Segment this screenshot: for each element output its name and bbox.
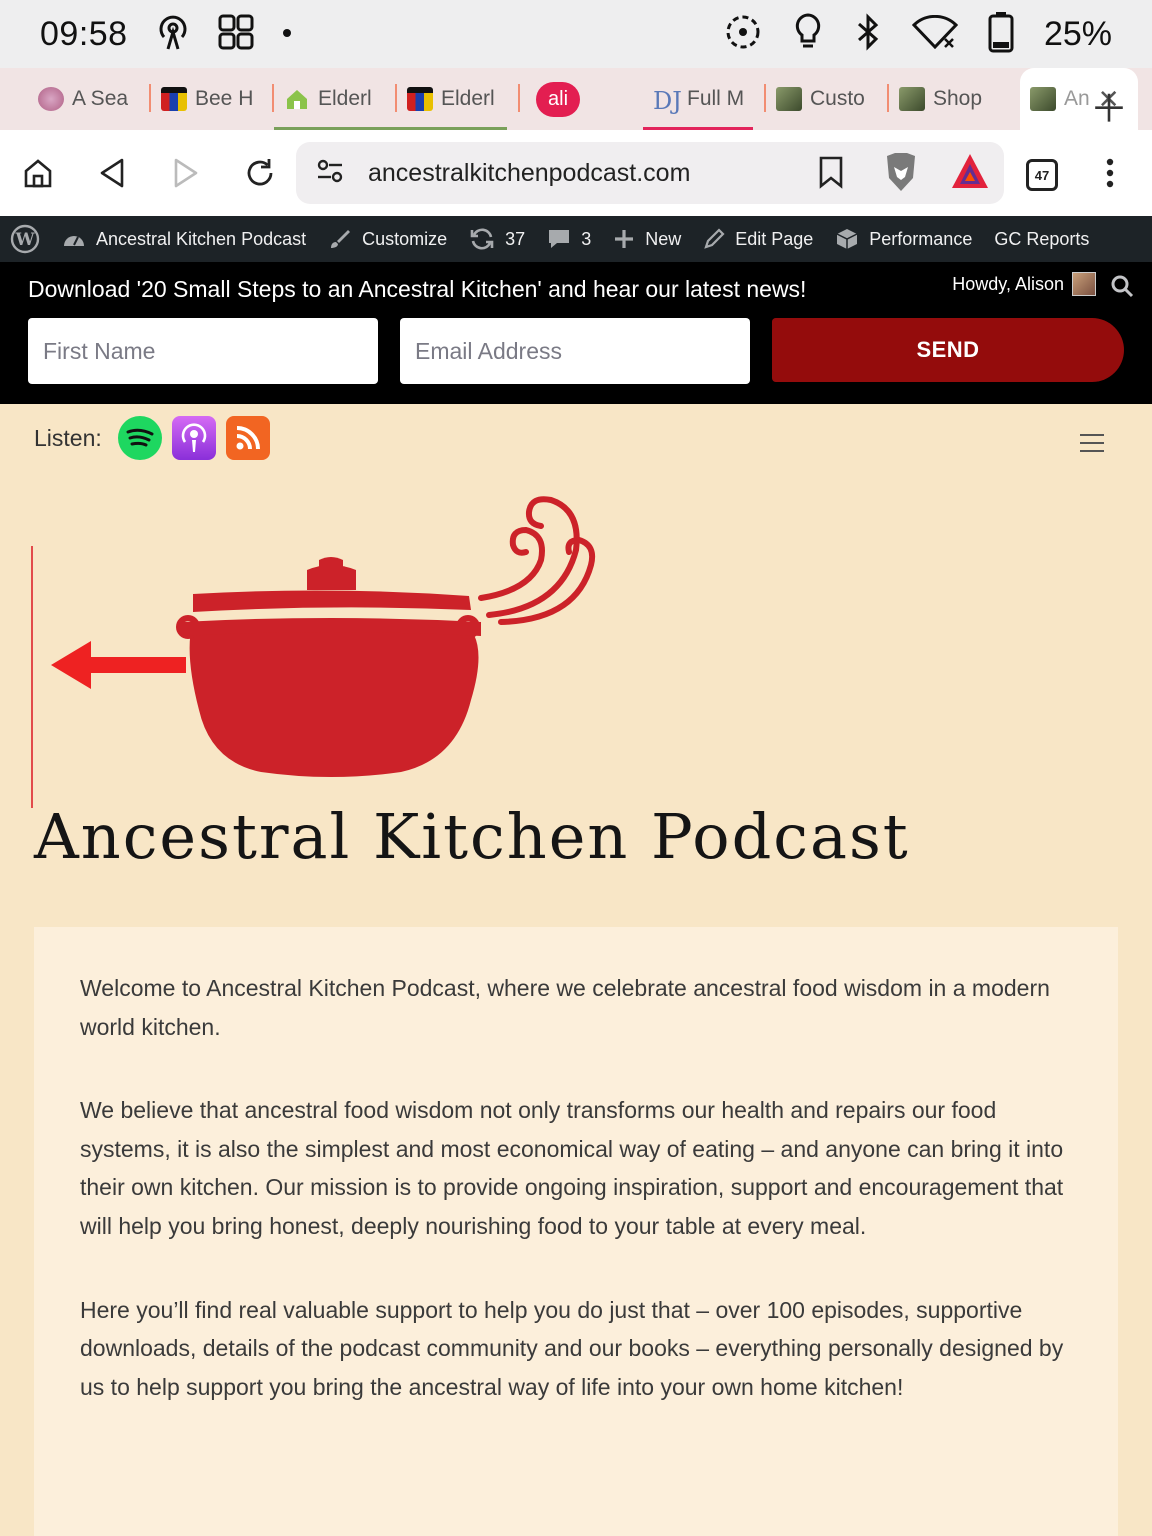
email-field[interactable]: Email Address (400, 318, 750, 384)
tab-strip: A Sea Bee H Elderl Elderl ali DJ Full M … (0, 68, 1152, 133)
listen-label: Listen: (34, 424, 102, 451)
photo-favicon (899, 87, 925, 111)
bluetooth-icon (854, 12, 882, 56)
admin-updates[interactable]: 37 (469, 227, 525, 251)
intro-paragraph-2: We believe that ancestral food wisdom no… (80, 1097, 1064, 1239)
new-tab-button[interactable]: ＋ (1090, 78, 1128, 133)
battery-percent: 25% (1043, 14, 1112, 53)
brush-icon (328, 227, 352, 251)
purple-flower-favicon (38, 87, 64, 111)
admin-site-name[interactable]: Ancestral Kitchen Podcast (62, 229, 306, 250)
search-icon[interactable] (1110, 274, 1134, 303)
forward-button[interactable] (166, 153, 206, 193)
address-bar[interactable]: ancestralkitchenpodcast.com (296, 142, 1004, 204)
tab-count-button[interactable]: 47 (1026, 159, 1058, 191)
site-title[interactable]: Ancestral Kitchen Podcast (34, 800, 910, 873)
bookmark-icon[interactable] (818, 155, 844, 194)
house-favicon (284, 87, 310, 111)
dashboard-icon (62, 229, 86, 249)
newsletter-bar: Download '20 Small Steps to an Ancestral… (0, 262, 1152, 404)
avatar (1072, 272, 1096, 296)
comment-icon (547, 228, 571, 250)
admin-edit-page[interactable]: Edit Page (703, 228, 813, 250)
intro-paragraph-3: Here you’ll find real valuable support t… (80, 1296, 1064, 1400)
rss-feed-icon[interactable] (225, 416, 270, 460)
pencil-icon (703, 228, 725, 250)
apple-podcasts-icon[interactable] (171, 416, 216, 460)
performance-cube-icon (835, 227, 859, 251)
status-bar: 09:58 25% (0, 0, 1152, 68)
cooking-pot-icon (176, 557, 481, 777)
home-button[interactable] (18, 153, 58, 193)
admin-gc-reports[interactable]: GC Reports (994, 229, 1089, 250)
sync-icon (724, 13, 762, 56)
admin-customize[interactable]: Customize (328, 227, 447, 251)
wifi-off-icon (911, 14, 959, 54)
listen-row: Listen: (34, 416, 270, 460)
plus-icon (613, 228, 635, 250)
menu-kebab-icon[interactable] (1105, 157, 1115, 194)
first-name-field[interactable]: First Name (28, 318, 378, 384)
podcast-icon (156, 13, 190, 56)
howdy-user[interactable]: Howdy, Alison (952, 272, 1096, 296)
photo-favicon (1030, 87, 1056, 111)
hamburger-menu-icon[interactable] (1080, 434, 1104, 458)
send-button[interactable]: SEND (772, 318, 1124, 382)
clock: 09:58 (40, 14, 128, 53)
back-button[interactable] (92, 153, 132, 193)
url-text[interactable]: ancestralkitchenpodcast.com (368, 159, 690, 188)
spotify-icon[interactable] (117, 416, 162, 460)
tab-6[interactable]: Custo (766, 68, 889, 130)
brave-shields-icon[interactable] (882, 150, 920, 199)
battery-icon (988, 11, 1014, 58)
newsletter-message: Download '20 Small Steps to an Ancestral… (28, 276, 807, 302)
tab-0[interactable]: A Sea (28, 68, 151, 130)
brave-rewards-icon[interactable] (950, 152, 990, 195)
tab-2[interactable]: Elderl (274, 68, 397, 130)
wordpress-logo-icon[interactable]: W (10, 224, 40, 254)
tab-1[interactable]: Bee H (151, 68, 274, 130)
svg-text:W: W (14, 230, 35, 250)
admin-comments[interactable]: 3 (547, 228, 591, 250)
reload-button[interactable] (240, 153, 280, 193)
dot-icon (282, 25, 292, 43)
site-logo[interactable] (31, 490, 631, 810)
site-settings-icon[interactable] (316, 159, 344, 188)
browser-toolbar: ancestralkitchenpodcast.com 47 (0, 130, 1152, 216)
admin-performance[interactable]: Performance (835, 227, 972, 251)
ali-badge: ali (536, 81, 581, 117)
photo-favicon (776, 87, 802, 111)
tab-7[interactable]: Shop (889, 68, 1012, 130)
dj-favicon: DJ (653, 87, 682, 115)
red-arrow-icon (51, 641, 186, 689)
tab-3[interactable]: Elderl (397, 68, 520, 130)
wp-admin-bar: W Ancestral Kitchen Podcast Customize 37… (0, 216, 1152, 262)
bulb-icon (792, 12, 824, 57)
intro-paragraph-1: Welcome to Ancestral Kitchen Podcast, wh… (80, 975, 1050, 1040)
tab-5[interactable]: DJ Full M (643, 68, 766, 130)
refresh-icon (469, 227, 495, 251)
tab-4[interactable]: ali (520, 68, 643, 130)
grid-app-icon (218, 14, 254, 55)
bag-favicon (407, 87, 433, 111)
steam-swirls-icon (478, 496, 596, 625)
bag-favicon (161, 87, 187, 111)
admin-new[interactable]: New (613, 228, 681, 250)
intro-card: Welcome to Ancestral Kitchen Podcast, wh… (34, 927, 1118, 1536)
